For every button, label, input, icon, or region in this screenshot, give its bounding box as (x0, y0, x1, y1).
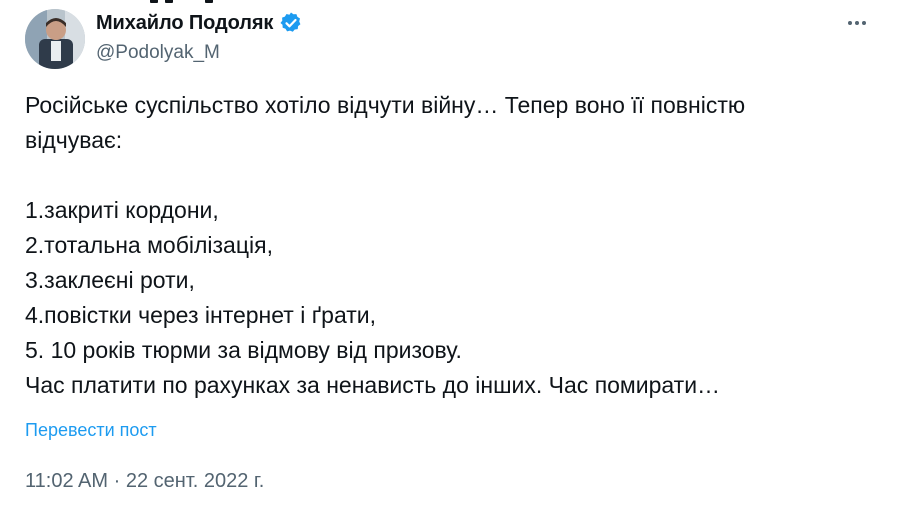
more-options-button[interactable] (842, 8, 872, 38)
tweet-line: 4.повістки через інтернет і ґрати, (25, 302, 377, 328)
translate-post-link[interactable]: Перевести пост (25, 420, 157, 441)
tweet-line: 5. 10 років тюрми за відмову від призову… (25, 337, 462, 363)
tweet-line: 3.заклеєні роти, (25, 267, 195, 293)
tweet-text: Російське суспільство хотіло відчути вій… (25, 88, 875, 403)
author-handle[interactable]: @Podolyak_M (96, 42, 220, 64)
author-display-name[interactable]: Михайло Подоляк (96, 12, 273, 35)
avatar[interactable] (25, 9, 85, 69)
timestamp-separator: · (113, 470, 121, 492)
tweet-line: 1.закриті кордони, (25, 197, 219, 223)
more-dot (862, 21, 866, 25)
author-name-row: Михайло Подоляк (96, 11, 303, 35)
person-avatar-icon (25, 9, 85, 69)
tweet-line: 2.тотальна мобілізація, (25, 232, 273, 258)
verified-badge-icon (279, 11, 303, 35)
timestamp[interactable]: 11:02 AM · 22 сент. 2022 г. (25, 470, 264, 493)
tweet-line: відчуває: (25, 127, 123, 153)
tweet-card: Михайло Подоляк @Podolyak_M Російське су… (0, 0, 900, 508)
more-horizontal-icon (848, 21, 852, 25)
previous-content-edge (0, 0, 900, 6)
tweet-line: Час платити по рахунках за ненависть до … (25, 372, 721, 398)
tweet-line: Російське суспільство хотіло відчути вій… (25, 92, 746, 118)
post-date: 22 сент. 2022 г. (125, 470, 265, 492)
post-time: 11:02 AM (25, 470, 109, 492)
more-dot (855, 21, 859, 25)
